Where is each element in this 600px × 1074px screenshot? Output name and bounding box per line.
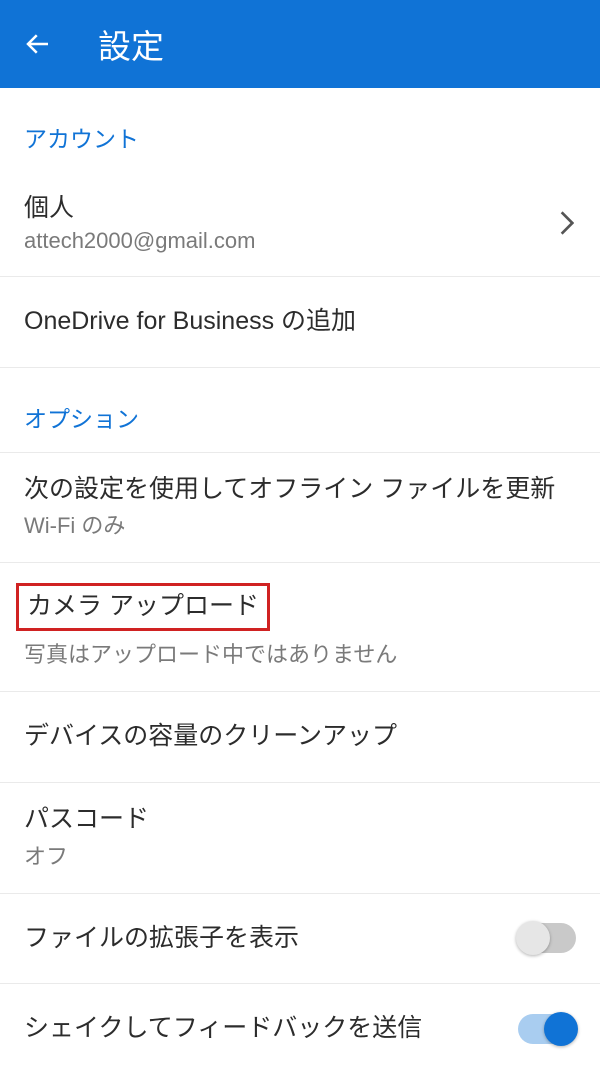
highlight-annotation: カメラ アップロード (16, 583, 270, 631)
passcode-value: オフ (24, 839, 576, 871)
app-header: 設定 (0, 0, 600, 88)
row-show-extensions[interactable]: ファイルの拡張子を表示 (0, 894, 600, 985)
row-cleanup[interactable]: デバイスの容量のクリーンアップ (0, 692, 600, 783)
row-shake-feedback[interactable]: シェイクしてフィードバックを送信 (0, 984, 600, 1074)
personal-account-email: attech2000@gmail.com (24, 228, 548, 254)
row-add-business[interactable]: OneDrive for Business の追加 (0, 277, 600, 368)
section-header-account: アカウント (0, 88, 600, 172)
shake-title: シェイクしてフィードバックを送信 (24, 1012, 422, 1046)
cleanup-title: デバイスの容量のクリーンアップ (24, 720, 397, 754)
toggle-knob (516, 921, 550, 955)
row-camera-upload[interactable]: カメラ アップロード 写真はアップロード中ではありません (0, 563, 600, 692)
extensions-toggle[interactable] (518, 923, 576, 953)
extensions-title: ファイルの拡張子を表示 (24, 922, 299, 956)
camera-upload-status: 写真はアップロード中ではありません (24, 637, 576, 669)
row-personal-account[interactable]: 個人 attech2000@gmail.com (0, 172, 600, 277)
offline-title: 次の設定を使用してオフライン ファイルを更新 (24, 473, 576, 507)
chevron-right-icon (558, 209, 576, 237)
row-offline-files[interactable]: 次の設定を使用してオフライン ファイルを更新 Wi-Fi のみ (0, 452, 600, 564)
camera-upload-title: カメラ アップロード (27, 592, 259, 620)
toggle-knob (544, 1012, 578, 1046)
row-passcode[interactable]: パスコード オフ (0, 783, 600, 894)
shake-toggle[interactable] (518, 1014, 576, 1044)
section-header-options: オプション (0, 368, 600, 452)
arrow-left-icon (23, 29, 53, 59)
page-title: 設定 (98, 20, 164, 68)
back-button[interactable] (20, 26, 56, 62)
add-business-title: OneDrive for Business の追加 (24, 305, 356, 339)
personal-account-title: 個人 (24, 192, 548, 226)
offline-value: Wi-Fi のみ (24, 508, 576, 540)
passcode-title: パスコード (24, 803, 576, 837)
